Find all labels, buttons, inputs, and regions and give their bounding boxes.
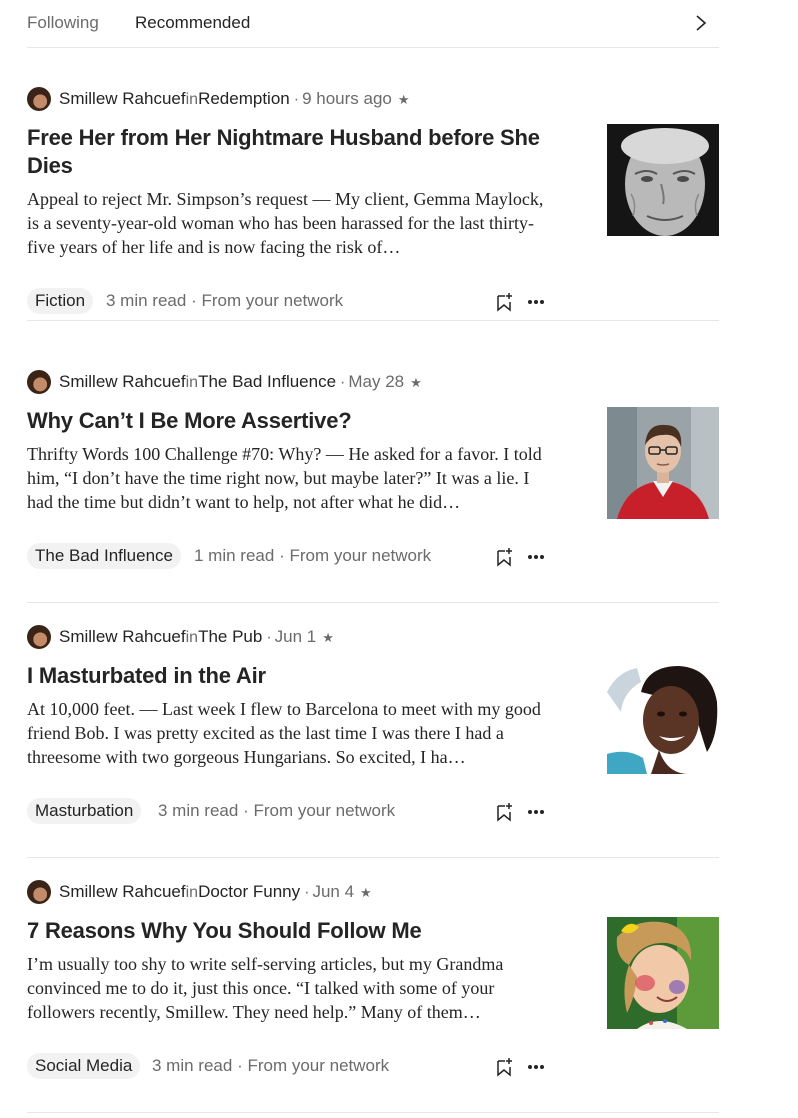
article-footer: The Bad Influence 1 min read · From your…	[27, 543, 547, 571]
author-name[interactable]: Smillew Rahcuef	[59, 882, 186, 901]
article-thumbnail[interactable]	[607, 124, 719, 236]
article-footer: Fiction 3 min read · From your network	[27, 288, 547, 316]
separator: ·	[243, 801, 249, 820]
post-date: May 28	[348, 372, 405, 391]
chevron-right-icon[interactable]	[691, 12, 711, 34]
member-star-icon: ★	[397, 92, 410, 107]
bookmark-add-icon[interactable]	[494, 546, 514, 568]
separator: ·	[293, 91, 300, 108]
bookmark-add-icon[interactable]	[494, 801, 514, 823]
separator: ·	[279, 546, 285, 565]
article-thumbnail[interactable]	[607, 407, 719, 519]
network-label: From your network	[247, 1056, 390, 1075]
avatar[interactable]	[27, 625, 51, 649]
tab-recommended[interactable]: Recommended	[135, 12, 250, 34]
author-name[interactable]: Smillew Rahcuef	[59, 372, 186, 391]
post-date: Jun 4	[312, 882, 355, 901]
article-excerpt[interactable]: Thrifty Words 100 Challenge #70: Why? — …	[27, 442, 547, 514]
member-star-icon: ★	[322, 630, 334, 645]
separator: ·	[304, 884, 310, 901]
in-word: in	[185, 91, 199, 108]
article-excerpt[interactable]: I’m usually too shy to write self-servin…	[27, 952, 547, 1024]
article-card[interactable]: Smillew RahcuefinThe Bad Influence · May 2…	[27, 347, 719, 603]
article-excerpt[interactable]: Appeal to reject Mr. Simpson’s request —…	[27, 187, 547, 259]
avatar[interactable]	[27, 87, 51, 111]
separator: ·	[266, 629, 272, 646]
bookmark-add-icon[interactable]	[494, 291, 514, 313]
network-label: From your network	[253, 801, 396, 820]
article-thumbnail[interactable]	[607, 917, 719, 1029]
more-horizontal-icon[interactable]	[526, 801, 546, 823]
publication-name[interactable]: Doctor Funny	[198, 882, 300, 901]
article-title[interactable]: 7 Reasons Why You Should Follow Me	[27, 917, 567, 945]
article-title[interactable]: Why Can’t I Be More Assertive?	[27, 407, 567, 435]
network-label: From your network	[289, 546, 432, 565]
read-time: 1 min read	[194, 546, 275, 565]
more-horizontal-icon[interactable]	[526, 291, 546, 313]
member-star-icon: ★	[360, 885, 372, 900]
post-date: 9 hours ago	[302, 89, 392, 108]
topic-tag[interactable]: Fiction	[27, 288, 94, 314]
more-horizontal-icon[interactable]	[526, 546, 546, 568]
topic-tag[interactable]: Masturbation	[27, 798, 142, 824]
read-info: 1 min read · From your network	[194, 543, 431, 569]
read-time: 3 min read	[106, 291, 187, 310]
member-star-icon: ★	[410, 375, 422, 390]
article-card[interactable]: Smillew RahcuefinDoctor Funny · Jun 4 ★ 7 R…	[27, 857, 719, 1113]
in-word: in	[185, 374, 199, 391]
in-word: in	[185, 629, 199, 646]
tab-following[interactable]: Following	[27, 12, 99, 34]
article-title[interactable]: I Masturbated in the Air	[27, 662, 567, 690]
author-name[interactable]: Smillew Rahcuef	[59, 89, 186, 108]
network-label: From your network	[201, 291, 344, 310]
publication-name[interactable]: The Pub	[198, 627, 262, 646]
separator: ·	[340, 374, 346, 391]
avatar[interactable]	[27, 370, 51, 394]
publication-name[interactable]: Redemption	[198, 89, 290, 108]
read-info: 3 min read · From your network	[152, 1053, 389, 1079]
read-info: 3 min read · From your network	[106, 288, 343, 314]
article-card[interactable]: Smillew RahcuefinRedemption · 9 hours ago ★…	[27, 65, 719, 321]
article-footer: Masturbation 3 min read · From your netw…	[27, 798, 547, 826]
read-time: 3 min read	[152, 1056, 233, 1075]
article-excerpt[interactable]: At 10,000 feet. — Last week I flew to Ba…	[27, 697, 547, 769]
bookmark-add-icon[interactable]	[494, 1056, 514, 1078]
author-name[interactable]: Smillew Rahcuef	[59, 627, 186, 646]
article-card[interactable]: Smillew RahcuefinThe Pub · Jun 1 ★ I Mastur…	[27, 602, 719, 858]
separator: ·	[237, 1056, 243, 1075]
read-time: 3 min read	[158, 801, 239, 820]
publication-name[interactable]: The Bad Influence	[198, 372, 336, 391]
read-info: 3 min read · From your network	[158, 798, 395, 824]
post-date: Jun 1	[274, 627, 317, 646]
avatar[interactable]	[27, 880, 51, 904]
topic-tag[interactable]: Social Media	[27, 1053, 141, 1079]
feed-tabs: Following Recommended	[27, 0, 719, 48]
more-horizontal-icon[interactable]	[526, 1056, 546, 1078]
separator: ·	[191, 291, 197, 310]
in-word: in	[185, 884, 199, 901]
article-title[interactable]: Free Her from Her Nightmare Husband befo…	[27, 124, 567, 180]
article-footer: Social Media 3 min read · From your netw…	[27, 1053, 547, 1081]
topic-tag[interactable]: The Bad Influence	[27, 543, 181, 569]
article-thumbnail[interactable]	[607, 662, 719, 774]
